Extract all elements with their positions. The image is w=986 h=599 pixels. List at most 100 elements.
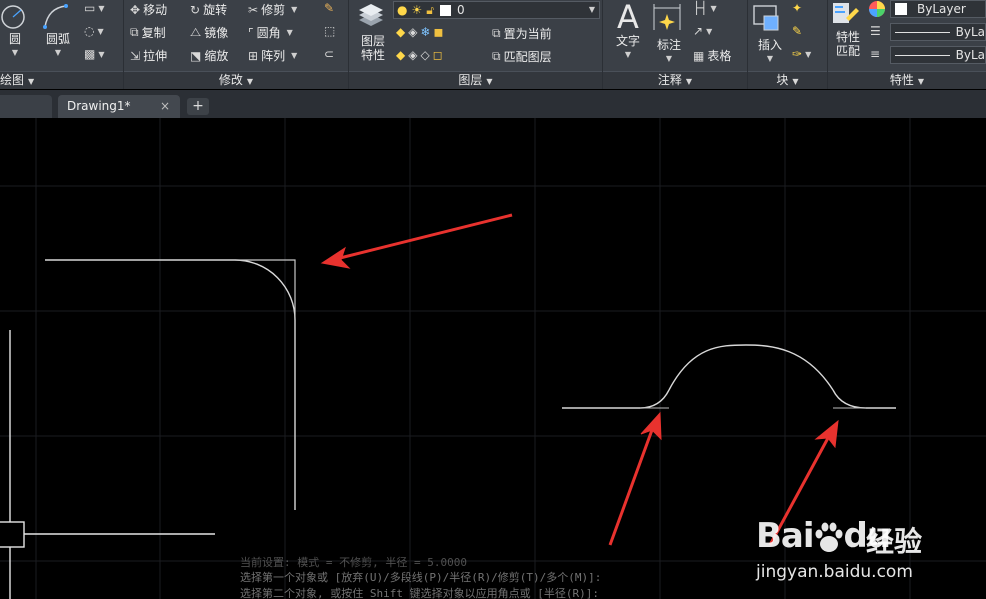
dimension-button[interactable]: 标注 ▼ [651,2,687,66]
layer-lock-icon[interactable]: ◼ [434,25,444,39]
close-icon[interactable]: × [160,95,170,117]
layer-properties-label-2: 特性 [360,48,385,62]
chevron-down-icon: ▼ [286,28,293,37]
color-dropdown[interactable]: ByLayer [890,0,986,18]
block-panel-title[interactable]: 块 ▼ [748,71,827,89]
linear-dim-icon: ├┤ [693,1,708,15]
ellipse-icon: ◌ [84,24,95,38]
layer-on-icon[interactable]: ◆ [396,48,405,62]
modify-panel: ✥ 移动 ↻ 旋转 ✂ 修剪 ▼ ✎ ⧉ 复制 ⧍ 镜像 ⌜ 圆角 ▼ ⬚ ⇲ 拉伸 ⬔ 缩放 ⊞ 阵… [124,0,349,89]
leader-button[interactable]: ↗ ▼ [693,24,712,38]
layer-unlock-icon[interactable]: ◻ [433,48,443,62]
layer-dropdown[interactable]: ● ☀ 🔓︎ 0 ▼ [393,1,600,19]
chevron-down-icon: ▼ [11,48,19,57]
linetype-icon: ≡ [870,47,881,61]
hatch-button[interactable]: ▩ ▼ [84,47,105,61]
dimension-label: 标注 [656,38,681,52]
rectangle-button[interactable]: ▭ ▼ [84,1,105,15]
lightbulb-icon: ● [397,3,408,17]
linear-dim-button[interactable]: ├┤ ▼ [693,1,717,15]
properties-panel-title[interactable]: 特性 ▼ [828,71,986,89]
mirror-label: 镜像 [204,26,229,40]
circle-icon [1,5,25,29]
set-current-button[interactable]: ⧉ 置为当前 [492,25,552,42]
new-tab-button[interactable]: + [187,98,209,115]
explode-icon: ⬚ [324,24,336,38]
layer-thaw-icon[interactable]: ◇ [420,48,429,62]
stretch-button[interactable]: ⇲ 拉伸 [130,47,167,64]
array-icon: ⊞ [248,48,259,63]
drawing-canvas[interactable]: 当前设置: 模式 = 不修剪, 半径 = 5.0000 选择第一个对象或 [放弃… [0,118,986,599]
chevron-down-icon: ▼ [97,26,104,36]
trim-button[interactable]: ✂ 修剪 ▼ [248,1,297,18]
chevron-down-icon: ▼ [766,54,774,63]
baidu-paw-icon [815,522,843,552]
offset-icon: ⊂ [324,47,335,61]
draw-panel-title[interactable]: 绘图 ▼ [0,71,123,89]
ellipse-button[interactable]: ◌ ▼ [84,24,104,38]
table-icon: ▦ [693,48,705,63]
chevron-down-icon: ▼ [98,3,105,13]
modify-panel-title[interactable]: 修改 ▼ [124,71,348,89]
create-block-button[interactable]: ✦ [792,1,805,15]
text-button[interactable]: A 文字 ▼ [611,0,645,62]
rotate-icon: ↻ [190,2,201,17]
chevron-down-icon: ▼ [624,50,632,59]
mirror-icon: ⧍ [190,25,202,39]
layers-panel-title[interactable]: 图层 ▼ [349,71,602,89]
color-value: ByLayer [917,2,966,16]
annotation-arrows [320,213,839,546]
scale-button[interactable]: ⬔ 缩放 [190,47,228,64]
rotate-button[interactable]: ↻ 旋转 [190,1,227,18]
array-label: 阵列 [261,49,286,63]
match-properties-label-1: 特性 [835,30,860,44]
block-attribute-icon: ✑ [792,47,803,61]
color-wheel-button[interactable] [868,0,886,18]
fillet-button[interactable]: ⌜ 圆角 ▼ [248,24,293,41]
layer-walk-icon[interactable]: ◈ [408,48,417,62]
tab-drawing1[interactable]: Drawing1* × [58,95,180,118]
array-button[interactable]: ⊞ 阵列 ▼ [248,47,297,64]
offset-button[interactable]: ⊂ [324,47,337,61]
lineweight-dropdown[interactable]: ByLa [890,46,986,64]
annotation-panel: A 文字 ▼ 标注 ▼ ├┤ ▼ ↗ ▼ ▦ 表格 注释 ▼ [603,0,748,89]
linetype-dropdown[interactable]: ByLa [890,23,986,41]
unlock-icon: 🔓︎ [426,2,435,17]
layers-panel-title-label: 图层 [458,73,483,87]
layer-tools-row-1: ◆ ◈ ❄ ◼ [396,25,447,39]
explode-button[interactable]: ⬚ [324,24,338,38]
block-attr-button[interactable]: ✑ ▼ [792,47,811,61]
edit-block-button[interactable]: ✎ [792,24,805,38]
erase-button[interactable]: ✎ [324,1,337,15]
mirror-button[interactable]: ⧍ 镜像 [190,24,228,41]
match-properties-button[interactable]: 特性 匹配 [830,0,866,58]
tab-start[interactable] [0,95,52,118]
linetype-value: ByLa [955,25,985,39]
layer-color-swatch [440,4,452,16]
match-layer-button[interactable]: ⧉ 匹配图层 [492,48,552,65]
layer-properties-button[interactable]: 图层 特性 [355,2,391,62]
properties-panel-title-label: 特性 [889,73,914,87]
layer-off-icon[interactable]: ◆ [396,25,405,39]
move-button[interactable]: ✥ 移动 [130,1,167,18]
trim-icon: ✂ [248,2,259,17]
chevron-down-icon: ▼ [291,5,298,14]
command-history-line: 选择第一个对象或 [放弃(U)/多段线(P)/半径(R)/修剪(T)/多个(M)… [240,571,602,584]
layer-freeze-icon[interactable]: ❄ [420,25,430,39]
fillet-icon: ⌜ [248,25,254,40]
copy-button[interactable]: ⧉ 复制 [130,24,166,41]
move-icon: ✥ [130,2,141,17]
circle-button[interactable]: 圆 ▼ [0,2,32,60]
arc-button[interactable]: 圆弧 ▼ [40,2,76,60]
linetype-icon-button[interactable]: ≡ [870,47,883,61]
tab-drawing1-label: Drawing1* [67,99,131,113]
insert-button[interactable]: 插入 ▼ [750,2,790,66]
table-button[interactable]: ▦ 表格 [693,47,731,64]
fillet-arc-geometry [562,344,896,409]
lineweight-icon-button[interactable]: ☰ [870,24,884,38]
copy-label: 复制 [141,26,166,40]
layer-isolate-icon[interactable]: ◈ [408,25,417,39]
annotation-panel-title[interactable]: 注释 ▼ [603,71,747,89]
block-panel-title-label: 块 [776,73,789,87]
color-swatch [895,3,907,15]
